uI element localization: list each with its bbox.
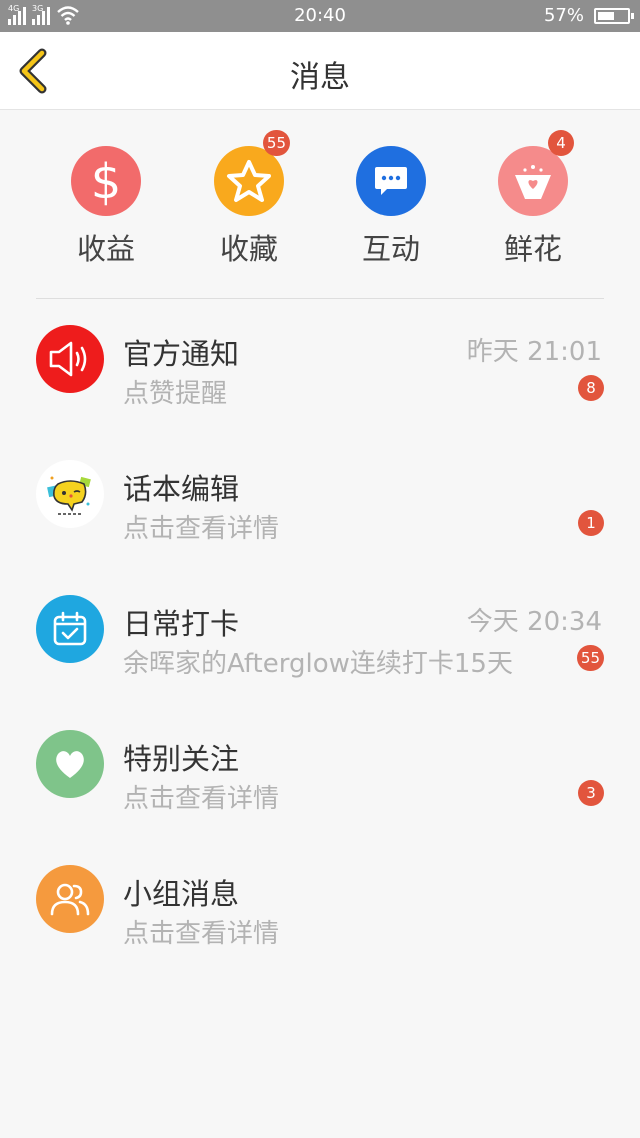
unread-badge: 3 bbox=[578, 780, 604, 806]
unread-badge: 1 bbox=[578, 510, 604, 536]
dollar-icon: $ bbox=[91, 156, 122, 206]
quick-action-label: 互动 bbox=[361, 232, 420, 266]
speaker-icon bbox=[49, 341, 87, 377]
list-item-special-follow[interactable]: 特别关注 点击查看详情 3 bbox=[0, 705, 640, 835]
star-icon bbox=[227, 160, 271, 202]
quick-action-label: 收益 bbox=[76, 232, 135, 266]
message-time: 昨天 21:01 bbox=[466, 337, 602, 367]
interaction-circle bbox=[356, 146, 426, 216]
calendar-check-icon bbox=[53, 611, 87, 646]
divider bbox=[36, 298, 604, 299]
battery-percent: 57% bbox=[543, 5, 584, 26]
bouquet-icon bbox=[515, 165, 551, 199]
message-title: 官方通知 bbox=[123, 337, 240, 371]
daily-checkin-avatar bbox=[36, 595, 104, 663]
page-title: 消息 bbox=[290, 60, 350, 95]
flowers-badge: 4 bbox=[548, 130, 574, 156]
special-follow-avatar bbox=[36, 730, 104, 798]
unread-badge: 55 bbox=[576, 645, 604, 671]
status-bar: 4G 3G 20:40 57% bbox=[0, 0, 640, 32]
message-subtitle: 点赞提醒 bbox=[123, 379, 228, 409]
quick-action-label: 鲜花 bbox=[503, 232, 562, 266]
message-subtitle: 点击查看详情 bbox=[123, 514, 280, 544]
quick-action-favorites[interactable]: 55 收藏 bbox=[189, 130, 309, 268]
story-editor-avatar bbox=[36, 460, 104, 528]
list-item-daily-checkin[interactable]: 日常打卡 余晖家的Afterglow连续打卡15天 今天 20:34 55 bbox=[0, 570, 640, 700]
quick-action-interaction[interactable]: 互动 bbox=[331, 146, 451, 268]
heart-icon bbox=[56, 751, 84, 778]
list-item-official-notice[interactable]: 官方通知 点赞提醒 昨天 21:01 8 bbox=[0, 300, 640, 430]
message-subtitle: 余晖家的Afterglow连续打卡15天 bbox=[123, 649, 513, 679]
message-title: 小组消息 bbox=[123, 877, 240, 911]
list-item-story-editor[interactable]: 话本编辑 点击查看详情 1 bbox=[0, 435, 640, 565]
favorites-circle: 55 bbox=[214, 130, 290, 216]
quick-action-flowers[interactable]: 4 鲜花 bbox=[473, 130, 593, 268]
message-subtitle: 点击查看详情 bbox=[123, 919, 280, 949]
battery-icon bbox=[594, 8, 634, 24]
quick-action-earnings[interactable]: $ 收益 bbox=[46, 146, 166, 268]
official-notice-avatar bbox=[36, 325, 104, 393]
chat-bubble-icon bbox=[375, 167, 407, 195]
unread-badge: 8 bbox=[578, 375, 604, 401]
mascot-icon bbox=[47, 476, 91, 515]
favorites-badge: 55 bbox=[262, 130, 290, 156]
message-title: 话本编辑 bbox=[123, 472, 240, 506]
quick-actions: $ 收益 55 收藏 互动 4 鲜花 bbox=[0, 110, 640, 298]
message-time: 今天 20:34 bbox=[466, 607, 602, 637]
message-title: 日常打卡 bbox=[123, 607, 240, 641]
message-subtitle: 点击查看详情 bbox=[123, 784, 280, 814]
earnings-circle: $ bbox=[71, 146, 141, 216]
nav-bar: 消息 bbox=[0, 32, 640, 110]
group-icon bbox=[50, 883, 90, 916]
message-title: 特别关注 bbox=[123, 742, 240, 776]
flowers-circle: 4 bbox=[498, 130, 574, 216]
quick-action-label: 收藏 bbox=[219, 232, 278, 266]
group-messages-avatar bbox=[36, 865, 104, 933]
list-item-group-messages[interactable]: 小组消息 点击查看详情 bbox=[0, 840, 640, 970]
svg-text:$: $ bbox=[91, 156, 122, 206]
